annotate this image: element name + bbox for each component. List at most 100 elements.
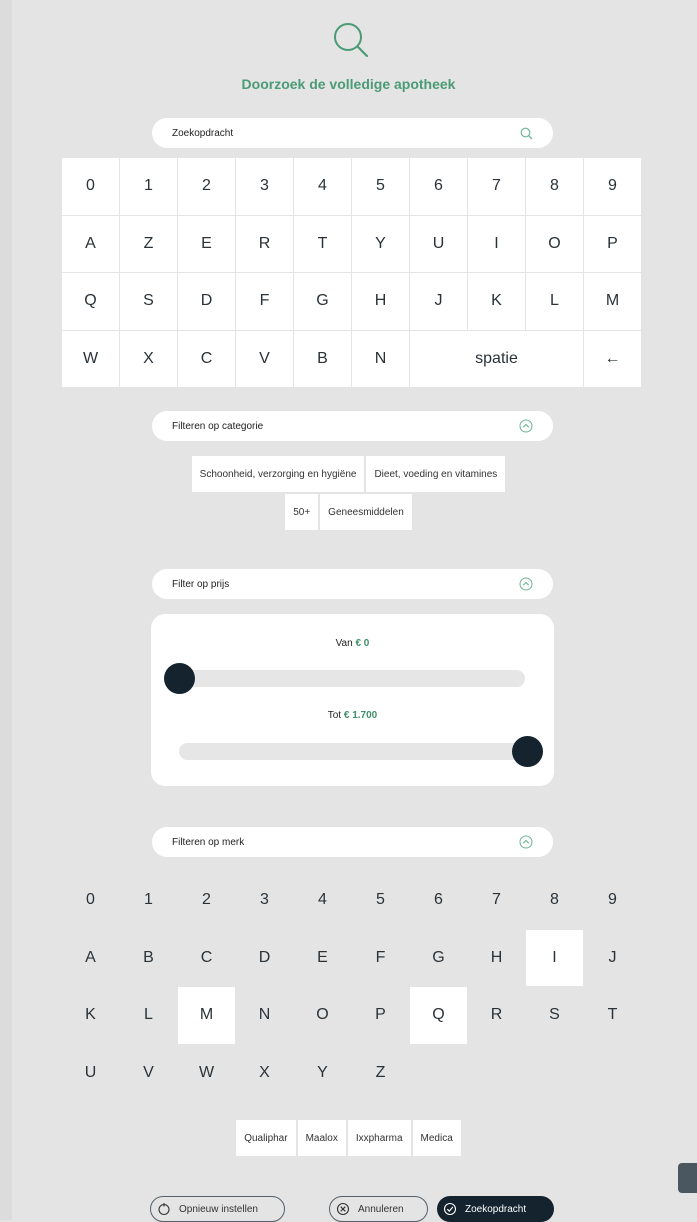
key[interactable]: U: [410, 215, 467, 272]
key[interactable]: L: [526, 273, 583, 330]
key[interactable]: M: [584, 273, 641, 330]
brand-letter[interactable]: H: [468, 930, 525, 987]
brand-letter[interactable]: G: [410, 930, 467, 987]
brand-letter[interactable]: 8: [526, 872, 583, 929]
key[interactable]: Z: [120, 215, 177, 272]
slider-thumb-from[interactable]: [164, 663, 195, 694]
key[interactable]: J: [410, 273, 467, 330]
brand-letter[interactable]: 9: [584, 872, 641, 929]
key[interactable]: 3: [236, 158, 293, 215]
price-filter-label: Filter op prijs: [172, 578, 230, 590]
backspace-key[interactable]: ←: [584, 330, 641, 387]
category-chip[interactable]: Schoonheid, verzorging en hygiëne: [191, 456, 365, 492]
side-handle[interactable]: [678, 1163, 697, 1193]
key[interactable]: C: [178, 330, 235, 387]
brand-letter[interactable]: A: [62, 930, 119, 987]
brand-letter[interactable]: 3: [236, 872, 293, 929]
key[interactable]: 4: [294, 158, 351, 215]
brand-filter-header[interactable]: Filteren op merk: [152, 827, 553, 857]
brand-letter[interactable]: X: [236, 1045, 293, 1102]
key[interactable]: V: [236, 330, 293, 387]
brand-letter[interactable]: P: [352, 987, 409, 1044]
slider-thumb-to[interactable]: [512, 736, 543, 767]
category-filter-header[interactable]: Filteren op categorie: [152, 411, 553, 441]
key[interactable]: 5: [352, 158, 409, 215]
brand-chip[interactable]: Medica: [412, 1120, 461, 1156]
brand-letter[interactable]: D: [236, 930, 293, 987]
brand-letter[interactable]: C: [178, 930, 235, 987]
search-submit-button[interactable]: Zoekopdracht: [437, 1196, 554, 1222]
search-input[interactable]: Zoekopdracht: [152, 118, 553, 148]
key[interactable]: Y: [352, 215, 409, 272]
brand-letter[interactable]: L: [120, 987, 177, 1044]
key[interactable]: W: [62, 330, 119, 387]
space-key[interactable]: spatie: [410, 330, 583, 387]
key[interactable]: D: [178, 273, 235, 330]
key[interactable]: Q: [62, 273, 119, 330]
brand-letter[interactable]: T: [584, 987, 641, 1044]
brand-letter[interactable]: Q: [410, 987, 467, 1044]
key[interactable]: 7: [468, 158, 525, 215]
price-to-slider[interactable]: [179, 743, 525, 760]
brand-letter[interactable]: N: [236, 987, 293, 1044]
brand-letter[interactable]: J: [584, 930, 641, 987]
key[interactable]: G: [294, 273, 351, 330]
key[interactable]: F: [236, 273, 293, 330]
key[interactable]: 6: [410, 158, 467, 215]
from-text: Van: [335, 638, 353, 649]
price-from-label: Van € 0: [151, 638, 554, 649]
key[interactable]: 9: [584, 158, 641, 215]
key[interactable]: I: [468, 215, 525, 272]
key[interactable]: S: [120, 273, 177, 330]
brand-letter[interactable]: E: [294, 930, 351, 987]
brand-chip[interactable]: Qualiphar: [236, 1120, 296, 1156]
key[interactable]: 2: [178, 158, 235, 215]
brand-letter[interactable]: F: [352, 930, 409, 987]
brand-letter[interactable]: 4: [294, 872, 351, 929]
brand-letter[interactable]: 5: [352, 872, 409, 929]
brand-chip[interactable]: Maalox: [297, 1120, 346, 1156]
category-chip[interactable]: 50+: [285, 494, 319, 530]
key[interactable]: H: [352, 273, 409, 330]
key[interactable]: 8: [526, 158, 583, 215]
key[interactable]: R: [236, 215, 293, 272]
key[interactable]: P: [584, 215, 641, 272]
brand-letter[interactable]: O: [294, 987, 351, 1044]
category-chip[interactable]: Dieet, voeding en vitamines: [366, 456, 506, 492]
brand-letter[interactable]: 1: [120, 872, 177, 929]
brand-letter[interactable]: Y: [294, 1045, 351, 1102]
brand-letter[interactable]: U: [62, 1045, 119, 1102]
brand-letter[interactable]: K: [62, 987, 119, 1044]
key[interactable]: N: [352, 330, 409, 387]
key[interactable]: K: [468, 273, 525, 330]
brand-letter[interactable]: 6: [410, 872, 467, 929]
price-filter-header[interactable]: Filter op prijs: [152, 569, 553, 599]
cancel-button[interactable]: Annuleren: [329, 1196, 428, 1222]
key[interactable]: X: [120, 330, 177, 387]
brand-letter[interactable]: V: [120, 1045, 177, 1102]
key[interactable]: B: [294, 330, 351, 387]
brand-letter[interactable]: M: [178, 987, 235, 1044]
brand-letter[interactable]: 7: [468, 872, 525, 929]
key[interactable]: E: [178, 215, 235, 272]
key[interactable]: T: [294, 215, 351, 272]
brand-letter[interactable]: S: [526, 987, 583, 1044]
to-text: Tot: [327, 710, 342, 721]
brand-letter[interactable]: B: [120, 930, 177, 987]
price-from-slider[interactable]: [179, 670, 525, 687]
brand-letter[interactable]: I: [526, 929, 583, 986]
brand-chip[interactable]: Ixxpharma: [347, 1120, 411, 1156]
category-chip[interactable]: Geneesmiddelen: [320, 494, 412, 530]
key[interactable]: A: [62, 215, 119, 272]
brand-letter[interactable]: R: [468, 987, 525, 1044]
brand-letter[interactable]: 0: [62, 872, 119, 929]
key[interactable]: O: [526, 215, 583, 272]
key[interactable]: 0: [62, 158, 119, 215]
cancel-label: Annuleren: [358, 1203, 404, 1215]
brand-letter[interactable]: Z: [352, 1045, 409, 1102]
brand-letter[interactable]: W: [178, 1045, 235, 1102]
chevron-up-icon: [519, 577, 533, 591]
key[interactable]: 1: [120, 158, 177, 215]
brand-letter[interactable]: 2: [178, 872, 235, 929]
reset-button[interactable]: Opnieuw instellen: [150, 1196, 285, 1222]
